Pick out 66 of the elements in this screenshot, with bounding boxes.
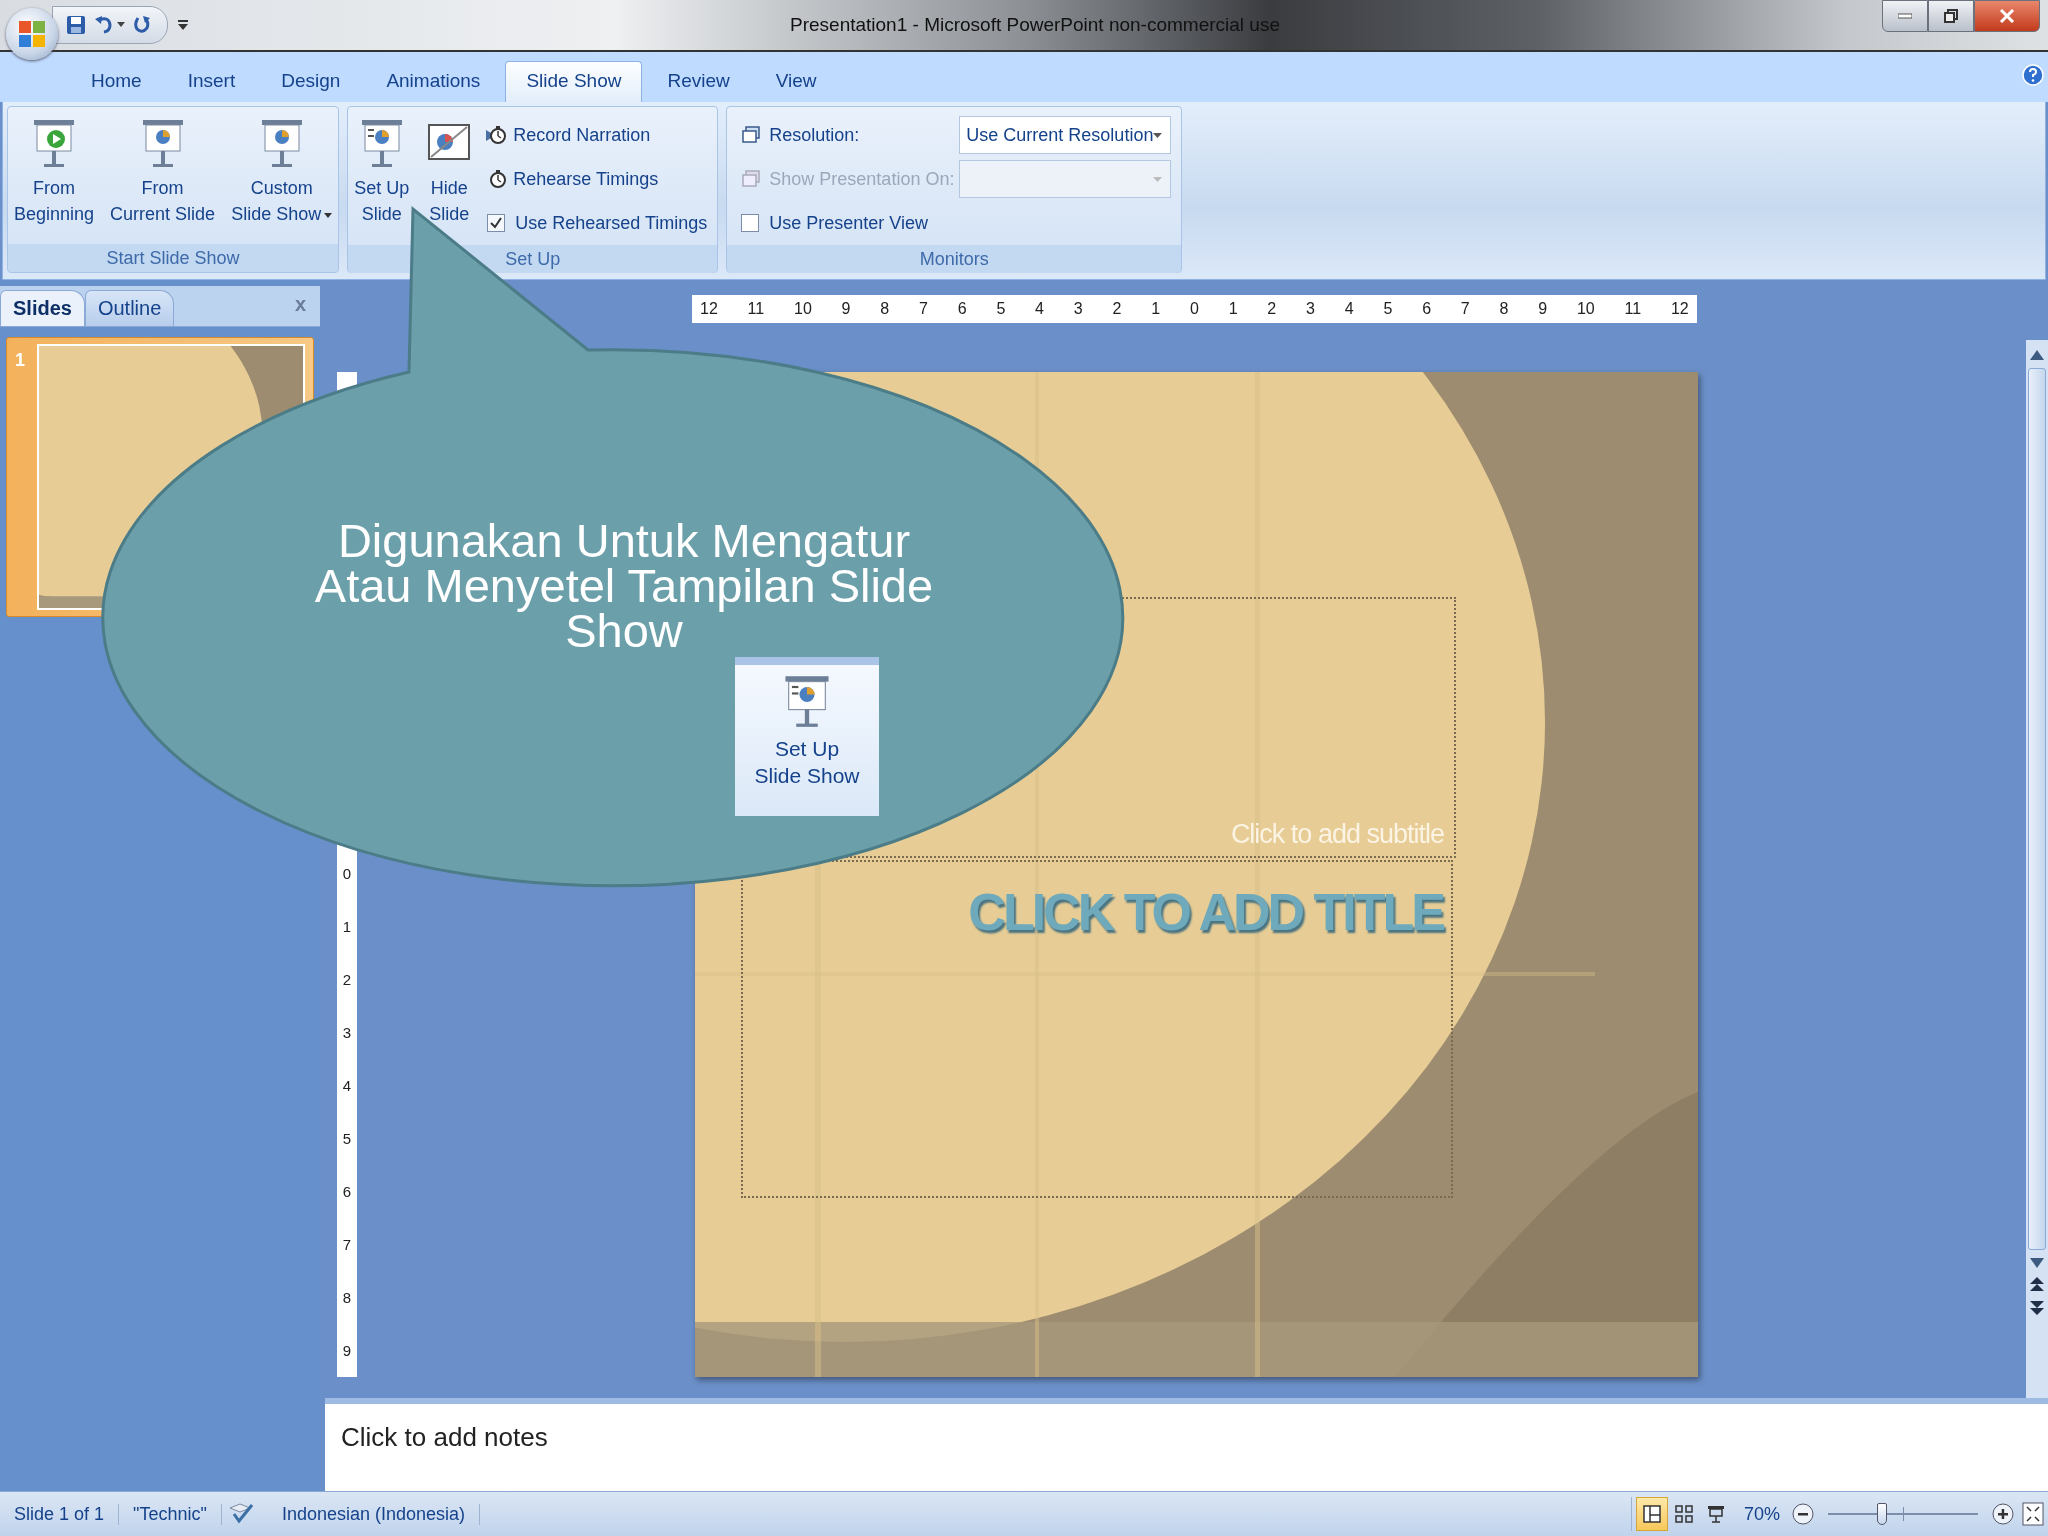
- ribbon-tab[interactable]: Design: [260, 61, 362, 102]
- ribbon-tab[interactable]: Home: [70, 61, 163, 102]
- scroll-down-icon[interactable]: [2030, 1258, 2044, 1268]
- ribbon-tab[interactable]: Animations: [365, 61, 502, 102]
- ribbon-button[interactable]: Record Narration: [481, 113, 714, 157]
- checkbox[interactable]: [741, 214, 760, 232]
- field-label: Show Presentation On:: [769, 168, 952, 190]
- caret-icon[interactable]: [117, 22, 125, 28]
- save-icon[interactable]: [65, 14, 87, 36]
- view-button[interactable]: [1635, 1497, 1668, 1531]
- ribbon-button[interactable]: Rehearse Timings: [481, 157, 714, 201]
- close-button[interactable]: [1974, 0, 2040, 32]
- customize-icon[interactable]: [178, 19, 188, 31]
- minimize-button[interactable]: [1882, 0, 1928, 32]
- pane-tab[interactable]: Slides: [0, 290, 85, 326]
- help-icon[interactable]: [2022, 64, 2044, 86]
- caret-icon: [1153, 132, 1163, 138]
- slider-thumb[interactable]: [1877, 1503, 1887, 1525]
- scroll-up-icon[interactable]: [2030, 350, 2044, 360]
- group-label: Monitors: [727, 245, 1182, 273]
- ribbon-button[interactable]: Hide Slide: [423, 113, 476, 231]
- status-text: Indonesian (Indonesia): [267, 1503, 480, 1525]
- checkbox[interactable]: [487, 214, 506, 232]
- ribbon-button[interactable]: From Current Slide: [108, 113, 218, 231]
- restore-icon: [1944, 9, 1958, 23]
- horizontal-ruler: 12 11 10 9 8 7 6 5 4 3 2 1 0 1 2 3 4 5 6 7 8 9 10 11 12: [692, 295, 1697, 323]
- group-label: Start Slide Show: [8, 244, 339, 272]
- ribbon-tab[interactable]: Slide Show: [505, 61, 643, 102]
- ribbon-button[interactable]: From Beginning: [12, 113, 97, 231]
- redo-icon[interactable]: [131, 14, 153, 36]
- scroll-thumb[interactable]: [2028, 368, 2046, 1250]
- zoom-slider[interactable]: [1828, 1502, 1978, 1526]
- field-label: Resolution:: [769, 124, 861, 146]
- caret-icon: [324, 212, 333, 218]
- stopwatch-icon: [485, 124, 508, 146]
- spell-check-icon[interactable]: [227, 1502, 254, 1526]
- status-text: Slide 1 of 1: [0, 1503, 120, 1525]
- monitor-icon: [741, 125, 762, 145]
- ribbon-tab[interactable]: Review: [646, 61, 751, 102]
- checkbox-label: Use Rehearsed Timings: [515, 212, 708, 234]
- next-slide-icon[interactable]: [2030, 1300, 2044, 1316]
- dropdown[interactable]: Use Current Resolution: [959, 116, 1172, 154]
- projector-screen-icon: [1706, 1505, 1725, 1523]
- zoom-level[interactable]: 70%: [1739, 1503, 1784, 1525]
- minimize-icon: [1898, 13, 1912, 19]
- previous-slide-icon[interactable]: [2030, 1276, 2044, 1292]
- status-text: "Technic": [119, 1503, 222, 1525]
- slide-number: 1: [15, 350, 25, 371]
- checkbox-label: Use Presenter View: [769, 212, 929, 234]
- ribbon-button[interactable]: Set Up Slide: [352, 113, 412, 231]
- button-label: Set Up Slide Show: [754, 736, 860, 789]
- zoom-out-icon[interactable]: [1792, 1503, 1814, 1525]
- ribbon-button[interactable]: Custom Slide Show: [229, 113, 335, 231]
- fit-to-window-icon[interactable]: [2022, 1502, 2044, 1526]
- grid-icon: [1674, 1505, 1693, 1523]
- pane-tab[interactable]: Outline: [84, 290, 175, 326]
- normal-view-icon: [1642, 1505, 1661, 1523]
- ribbon-tab[interactable]: Insert: [166, 61, 257, 102]
- ribbon-tab[interactable]: View: [754, 61, 838, 102]
- zoom-in-icon[interactable]: [1992, 1503, 2014, 1525]
- caret-icon: [1153, 176, 1163, 182]
- restore-button[interactable]: [1928, 0, 1974, 32]
- scrollbar[interactable]: [2026, 340, 2048, 1398]
- close-icon: [1999, 9, 2015, 23]
- office-button[interactable]: [6, 8, 58, 60]
- monitor-icon: [741, 169, 762, 189]
